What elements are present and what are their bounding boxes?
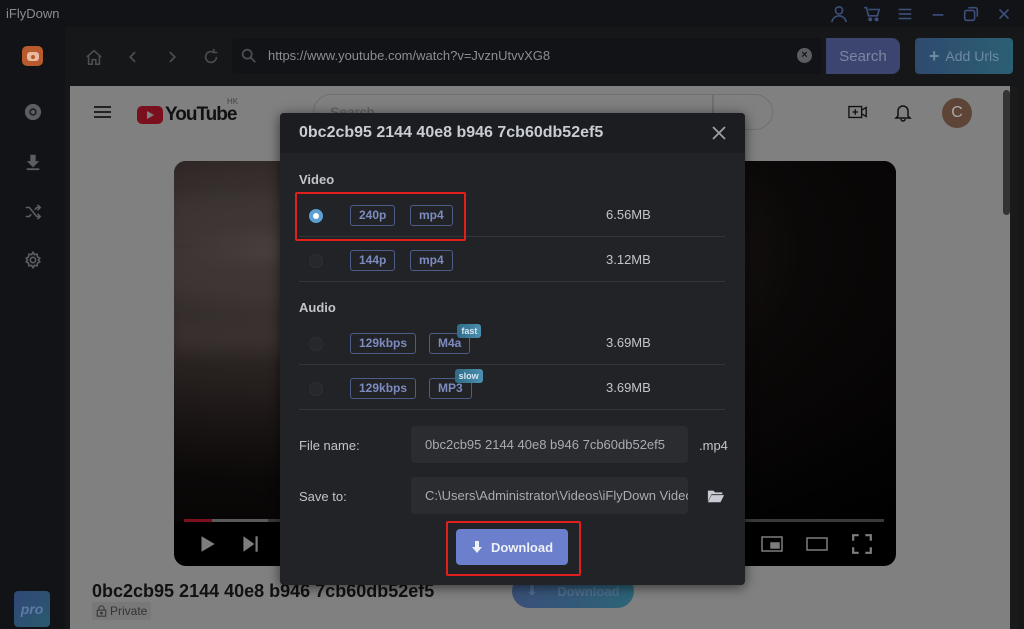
audio-section-label: Audio	[299, 300, 336, 315]
format-tag: M4a fast	[429, 324, 482, 354]
download-icon[interactable]	[20, 149, 46, 175]
download-dialog: 0bc2cb95 2144 40e8 b946 7cb60db52ef5 Vid…	[280, 113, 745, 585]
quality-tag: 144p	[350, 250, 396, 271]
highlight-box-option	[295, 192, 466, 241]
search-button[interactable]: Search	[826, 38, 900, 74]
add-urls-button[interactable]: + Add Urls	[915, 38, 1013, 74]
shuffle-icon[interactable]	[20, 199, 46, 225]
speed-badge: slow	[454, 369, 483, 383]
play-icon[interactable]	[196, 533, 218, 555]
save-to-input[interactable]: C:\Users\Administrator\Videos\iFlyDown V…	[411, 477, 688, 514]
app-logo-icon[interactable]	[22, 46, 43, 66]
file-name-input[interactable]: 0bc2cb95 2144 40e8 b946 7cb60db52ef5	[411, 426, 688, 463]
region-label: HK	[227, 97, 239, 106]
scrollbar-track[interactable]	[1010, 86, 1018, 629]
sidebar: pro	[0, 27, 65, 629]
navigation-bar: https://www.youtube.com/watch?v=JvznUtvv…	[65, 27, 1024, 85]
theater-mode-icon[interactable]	[806, 533, 828, 555]
app-title: iFlyDown	[6, 6, 60, 21]
minimize-icon[interactable]	[921, 3, 954, 25]
file-extension: .mp4	[699, 438, 728, 453]
user-icon[interactable]	[822, 3, 855, 25]
quality-tag: 129kbps	[350, 378, 417, 399]
app-window: iFlyDown pro https://www.youtube.com/wat…	[0, 0, 1024, 629]
avatar[interactable]: C	[942, 98, 972, 128]
cart-icon[interactable]	[855, 3, 888, 25]
url-text: https://www.youtube.com/watch?v=JvznUtvv…	[268, 48, 551, 63]
radio-button[interactable]	[309, 337, 323, 351]
yt-menu-icon[interactable]	[94, 106, 111, 118]
video-played	[184, 519, 212, 522]
add-urls-label: Add Urls	[945, 48, 1000, 64]
file-name-label: File name:	[299, 438, 360, 453]
file-size: 3.69MB	[606, 335, 651, 350]
download-arrow-icon: ⬇	[526, 583, 538, 598]
restore-icon[interactable]	[954, 3, 987, 25]
dialog-header: 0bc2cb95 2144 40e8 b946 7cb60db52ef5	[280, 113, 745, 153]
radio-button[interactable]	[309, 254, 323, 268]
audio-option-m4a[interactable]: 129kbps M4a fast 3.69MB	[299, 321, 725, 365]
plus-icon: +	[928, 45, 940, 66]
youtube-logo[interactable]: YouTube	[137, 104, 237, 126]
close-icon[interactable]	[987, 3, 1020, 25]
youtube-play-icon	[137, 106, 163, 124]
fullscreen-icon[interactable]	[851, 533, 873, 555]
privacy-badge: Private	[92, 602, 152, 620]
forward-icon[interactable]	[161, 46, 183, 68]
video-option-144p[interactable]: 144p mp4 3.12MB	[299, 238, 725, 282]
miniplayer-icon[interactable]	[761, 533, 783, 555]
url-input[interactable]: https://www.youtube.com/watch?v=JvznUtvv…	[232, 38, 822, 74]
reload-icon[interactable]	[200, 46, 222, 68]
quality-tag: 129kbps	[350, 333, 417, 354]
save-to-label: Save to:	[299, 489, 347, 504]
next-icon[interactable]	[239, 533, 261, 555]
pro-button[interactable]: pro	[14, 591, 50, 627]
radio-button[interactable]	[309, 382, 323, 396]
file-size: 3.69MB	[606, 380, 651, 395]
search-icon	[241, 48, 256, 63]
chrome-icon[interactable]	[20, 99, 46, 125]
notifications-icon[interactable]	[893, 102, 913, 122]
home-icon[interactable]	[83, 46, 105, 68]
folder-icon[interactable]	[707, 488, 725, 504]
menu-icon[interactable]	[888, 3, 921, 25]
file-size: 3.12MB	[606, 252, 651, 267]
highlight-box-download	[446, 521, 581, 576]
format-tag: mp4	[410, 250, 453, 271]
back-icon[interactable]	[122, 46, 144, 68]
audio-option-mp3[interactable]: 129kbps MP3 slow 3.69MB	[299, 366, 725, 410]
create-video-icon[interactable]	[848, 102, 868, 122]
format-tag: MP3 slow	[429, 369, 483, 399]
clear-url-icon[interactable]: ×	[797, 48, 812, 63]
gear-icon[interactable]	[20, 247, 46, 273]
file-size: 6.56MB	[606, 207, 651, 222]
scrollbar-thumb[interactable]	[1003, 90, 1010, 215]
lock-icon	[96, 605, 107, 617]
title-bar: iFlyDown	[0, 0, 1024, 27]
video-section-label: Video	[299, 172, 335, 187]
close-dialog-icon[interactable]	[709, 123, 729, 143]
speed-badge: fast	[457, 324, 482, 338]
dialog-title: 0bc2cb95 2144 40e8 b946 7cb60db52ef5	[299, 124, 604, 141]
